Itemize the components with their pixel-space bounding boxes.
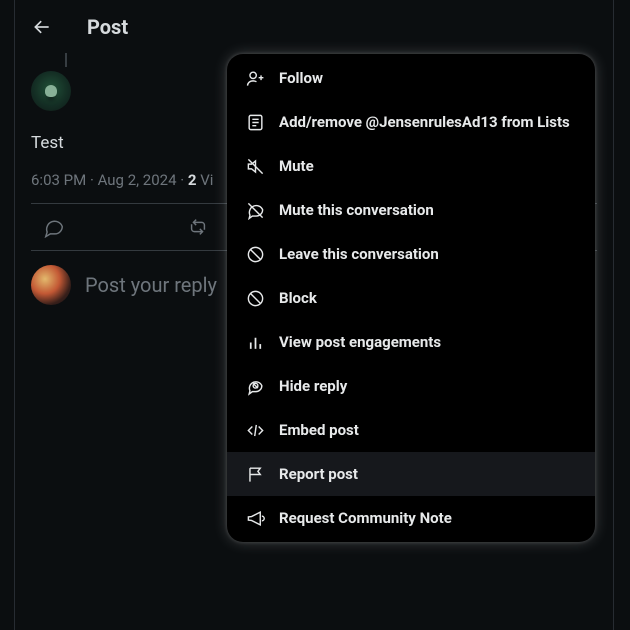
- user-plus-icon: [245, 68, 265, 88]
- back-button[interactable]: [25, 10, 59, 44]
- menu-item-label: Leave this conversation: [279, 245, 439, 263]
- menu-item-flag[interactable]: Report post: [227, 452, 595, 496]
- leave-convo-icon: [245, 244, 265, 264]
- menu-item-label: Request Community Note: [279, 509, 452, 527]
- hide-reply-icon: [245, 376, 265, 396]
- reply-placeholder: Post your reply: [85, 273, 217, 297]
- page-title: Post: [87, 15, 128, 39]
- menu-item-mute[interactable]: Mute: [227, 144, 595, 188]
- list-icon: [245, 112, 265, 132]
- self-avatar[interactable]: [31, 265, 71, 305]
- embed-icon: [245, 420, 265, 440]
- menu-item-label: Block: [279, 289, 317, 307]
- menu-item-block[interactable]: Block: [227, 276, 595, 320]
- menu-item-megaphone[interactable]: Request Community Note: [227, 496, 595, 540]
- header: Post: [15, 0, 613, 53]
- repost-icon: [187, 216, 209, 238]
- menu-item-hide-reply[interactable]: Hide reply: [227, 364, 595, 408]
- analytics-icon: [245, 332, 265, 352]
- repost-button[interactable]: [181, 210, 215, 244]
- menu-item-label: Add/remove @JensenrulesAd13 from Lists: [279, 113, 570, 131]
- mute-icon: [245, 156, 265, 176]
- menu-item-list[interactable]: Add/remove @JensenrulesAd13 from Lists: [227, 100, 595, 144]
- menu-item-leave-convo[interactable]: Leave this conversation: [227, 232, 595, 276]
- menu-item-analytics[interactable]: View post engagements: [227, 320, 595, 364]
- arrow-left-icon: [32, 17, 52, 37]
- reply-icon: [43, 216, 65, 238]
- block-icon: [245, 288, 265, 308]
- reply-button[interactable]: [37, 210, 71, 244]
- post-date: Aug 2, 2024: [98, 171, 177, 189]
- author-avatar[interactable]: [31, 71, 71, 111]
- menu-item-mute-convo[interactable]: Mute this conversation: [227, 188, 595, 232]
- menu-item-label: Follow: [279, 69, 323, 87]
- menu-item-user-plus[interactable]: Follow: [227, 56, 595, 100]
- post-time: 6:03 PM: [31, 171, 86, 189]
- menu-item-label: Embed post: [279, 421, 359, 439]
- post-actions-menu: Follow Add/remove @JensenrulesAd13 from L…: [227, 54, 595, 542]
- menu-item-label: View post engagements: [279, 333, 441, 351]
- post-views-count: 2: [188, 171, 197, 189]
- menu-item-embed[interactable]: Embed post: [227, 408, 595, 452]
- flag-icon: [245, 464, 265, 484]
- megaphone-icon: [245, 508, 265, 528]
- menu-item-label: Hide reply: [279, 377, 347, 395]
- menu-item-label: Mute: [279, 157, 314, 175]
- menu-item-label: Mute this conversation: [279, 201, 434, 219]
- mute-convo-icon: [245, 200, 265, 220]
- post-views-label: Vi: [200, 171, 213, 189]
- menu-item-label: Report post: [279, 465, 358, 483]
